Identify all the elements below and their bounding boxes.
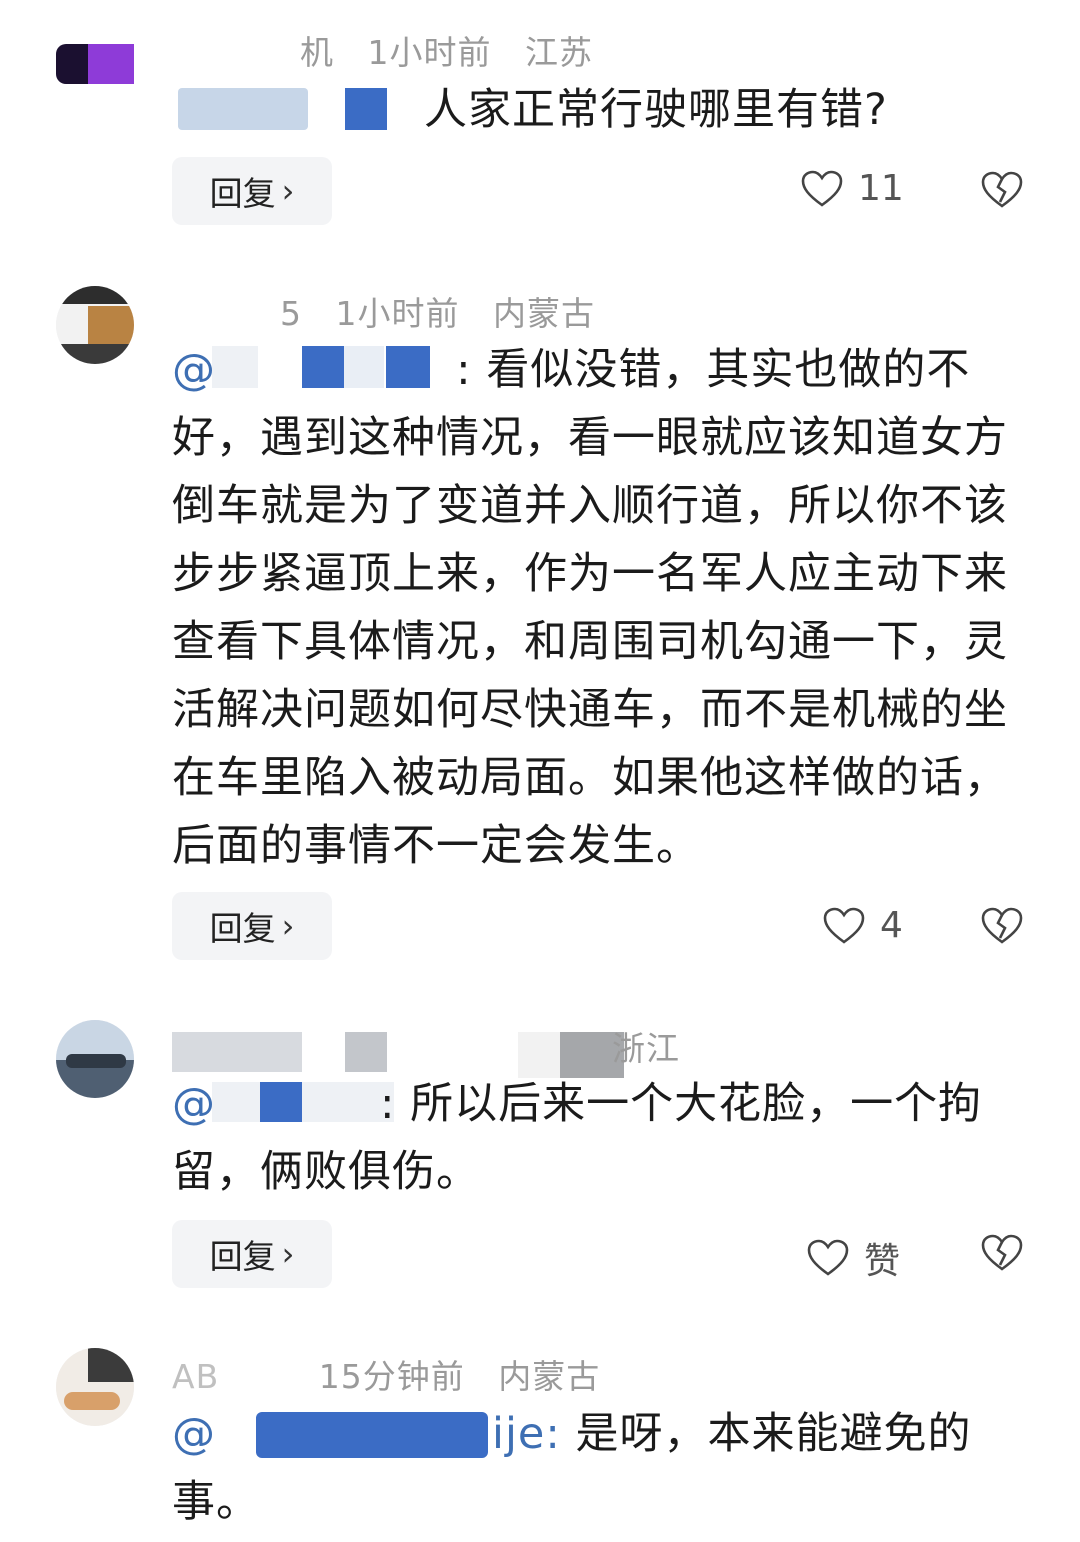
broken-heart-icon [981, 1234, 1023, 1271]
reply-button[interactable]: 回复 › [172, 1220, 332, 1288]
dislike-button[interactable] [980, 1233, 1024, 1277]
redacted-username [172, 1032, 302, 1072]
redacted-username [345, 1032, 387, 1072]
like-button[interactable]: 4 [822, 905, 903, 946]
like-count: 4 [880, 905, 903, 946]
mention-suffix: : [448, 345, 472, 395]
redacted-username [178, 88, 308, 130]
username-fragment: 机 [300, 33, 334, 72]
like-button[interactable]: 11 [800, 168, 904, 209]
broken-heart-icon [981, 907, 1023, 944]
location: 浙江 [612, 1029, 680, 1068]
comment-body: 是呀，本来能避免的事。 [172, 1409, 972, 1527]
reply-button[interactable]: 回复 › [172, 892, 332, 960]
avatar[interactable] [56, 1348, 134, 1426]
redacted-username [345, 88, 387, 130]
location: 内蒙古 [498, 1357, 601, 1396]
location: 内蒙古 [493, 294, 595, 333]
mention-suffix: : [380, 1079, 396, 1129]
avatar[interactable] [56, 286, 134, 364]
location: 江苏 [525, 33, 593, 72]
mention-suffix[interactable]: ije: [492, 1409, 561, 1459]
comment-body: 所以后来一个大花脸，一个拘留，俩败俱伤。 [172, 1079, 983, 1197]
mention-prefix[interactable]: @ [172, 1079, 216, 1129]
mention-prefix[interactable]: @ [172, 1409, 216, 1459]
like-button[interactable]: 赞 [806, 1232, 900, 1284]
avatar[interactable] [56, 22, 136, 92]
comment-meta: 机 1小时前 江苏 [300, 26, 615, 74]
chevron-right-icon: › [281, 907, 295, 945]
reply-button[interactable]: 回复 › [172, 157, 332, 225]
username-fragment: AB [172, 1357, 220, 1396]
like-count: 赞 [864, 1241, 901, 1282]
comment-meta: 5 1小时前 内蒙古 [280, 287, 617, 335]
timestamp: 1小时前 [335, 294, 460, 333]
heart-outline-icon [801, 170, 843, 207]
reply-label: 回复 [209, 174, 276, 213]
reply-label: 回复 [209, 1237, 276, 1276]
avatar[interactable] [56, 1020, 134, 1098]
comment-body: 看似没错，其实也做的不好，遇到这种情况，看一眼就应该知道女方倒车就是为了变道并入… [172, 345, 1008, 871]
reply-label: 回复 [209, 909, 276, 948]
username-fragment: 5 [280, 294, 302, 333]
comment-meta: 浙江 [612, 1022, 702, 1070]
comment-text: 人家正常行驶哪里有错? [424, 85, 888, 135]
chevron-right-icon: › [281, 1235, 295, 1273]
comment-text: @ : 看似没错，其实也做的不好，遇到这种情况，看一眼就应该知道女方倒车就是为了… [172, 336, 1042, 880]
dislike-button[interactable] [980, 170, 1024, 214]
like-count: 11 [858, 168, 904, 209]
timestamp: 15分钟前 [318, 1357, 465, 1396]
dislike-button[interactable] [980, 906, 1024, 950]
comment-text: @ ije: 是呀，本来能避免的事。 [172, 1400, 1042, 1536]
comment-text: @: 所以后来一个大花脸，一个拘留，俩败俱伤。 [172, 1070, 1042, 1206]
timestamp: 1小时前 [367, 33, 492, 72]
chevron-right-icon: › [281, 172, 295, 210]
heart-outline-icon [807, 1239, 849, 1276]
mention-prefix[interactable]: @ [172, 345, 216, 395]
broken-heart-icon [981, 171, 1023, 208]
heart-outline-icon [823, 907, 865, 944]
comment-meta: AB 15分钟前 内蒙古 [172, 1350, 622, 1398]
